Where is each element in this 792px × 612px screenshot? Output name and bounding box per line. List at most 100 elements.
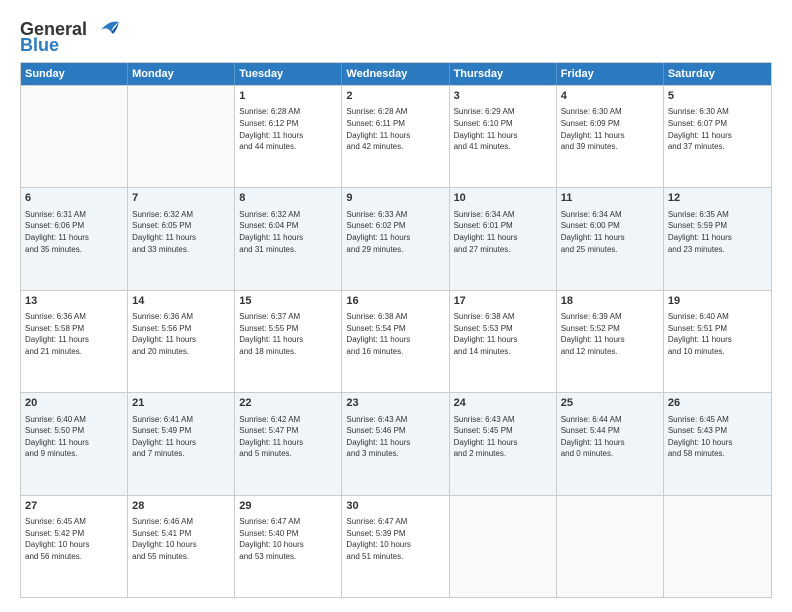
day-info-text: Daylight: 11 hours xyxy=(668,334,767,346)
day-info-text: and 25 minutes. xyxy=(561,244,659,256)
day-info-text: Sunrise: 6:35 AM xyxy=(668,209,767,221)
calendar-day-13: 13Sunrise: 6:36 AMSunset: 5:58 PMDayligh… xyxy=(21,291,128,392)
day-info-text: and 9 minutes. xyxy=(25,448,123,460)
day-info-text: Daylight: 11 hours xyxy=(454,232,552,244)
day-info-text: Daylight: 11 hours xyxy=(25,437,123,449)
day-info-text: Daylight: 10 hours xyxy=(239,539,337,551)
day-number: 2 xyxy=(346,89,444,104)
calendar-day-1: 1Sunrise: 6:28 AMSunset: 6:12 PMDaylight… xyxy=(235,86,342,187)
calendar-empty-cell xyxy=(21,86,128,187)
calendar-day-29: 29Sunrise: 6:47 AMSunset: 5:40 PMDayligh… xyxy=(235,496,342,597)
day-info-text: Daylight: 10 hours xyxy=(346,539,444,551)
day-info-text: Daylight: 11 hours xyxy=(239,437,337,449)
day-number: 5 xyxy=(668,89,767,104)
day-info-text: Sunset: 5:49 PM xyxy=(132,425,230,437)
calendar: SundayMondayTuesdayWednesdayThursdayFrid… xyxy=(20,62,772,598)
calendar-day-2: 2Sunrise: 6:28 AMSunset: 6:11 PMDaylight… xyxy=(342,86,449,187)
calendar-day-26: 26Sunrise: 6:45 AMSunset: 5:43 PMDayligh… xyxy=(664,393,771,494)
day-info-text: Sunrise: 6:40 AM xyxy=(668,311,767,323)
day-info-text: and 7 minutes. xyxy=(132,448,230,460)
day-info-text: Sunrise: 6:40 AM xyxy=(25,414,123,426)
day-info-text: Daylight: 11 hours xyxy=(346,232,444,244)
day-info-text: Daylight: 11 hours xyxy=(25,334,123,346)
logo: General Blue xyxy=(20,18,119,54)
day-number: 12 xyxy=(668,191,767,206)
day-number: 11 xyxy=(561,191,659,206)
calendar-empty-cell xyxy=(128,86,235,187)
day-info-text: Daylight: 11 hours xyxy=(561,130,659,142)
calendar-day-15: 15Sunrise: 6:37 AMSunset: 5:55 PMDayligh… xyxy=(235,291,342,392)
day-info-text: Daylight: 11 hours xyxy=(25,232,123,244)
header-day-saturday: Saturday xyxy=(664,63,771,85)
calendar-day-30: 30Sunrise: 6:47 AMSunset: 5:39 PMDayligh… xyxy=(342,496,449,597)
day-info-text: Sunset: 5:40 PM xyxy=(239,528,337,540)
day-info-text: and 21 minutes. xyxy=(25,346,123,358)
day-info-text: and 58 minutes. xyxy=(668,448,767,460)
day-info-text: and 12 minutes. xyxy=(561,346,659,358)
day-info-text: Sunset: 5:41 PM xyxy=(132,528,230,540)
day-number: 4 xyxy=(561,89,659,104)
day-number: 18 xyxy=(561,294,659,309)
day-info-text: and 33 minutes. xyxy=(132,244,230,256)
day-info-text: Sunset: 6:12 PM xyxy=(239,118,337,130)
day-info-text: and 37 minutes. xyxy=(668,141,767,153)
day-info-text: Sunrise: 6:47 AM xyxy=(239,516,337,528)
day-info-text: Sunset: 5:56 PM xyxy=(132,323,230,335)
calendar-week-4: 20Sunrise: 6:40 AMSunset: 5:50 PMDayligh… xyxy=(21,392,771,494)
day-info-text: Sunrise: 6:30 AM xyxy=(668,106,767,118)
calendar-day-18: 18Sunrise: 6:39 AMSunset: 5:52 PMDayligh… xyxy=(557,291,664,392)
header: General Blue xyxy=(20,18,772,54)
calendar-day-27: 27Sunrise: 6:45 AMSunset: 5:42 PMDayligh… xyxy=(21,496,128,597)
day-info-text: Daylight: 11 hours xyxy=(561,437,659,449)
day-info-text: Sunrise: 6:38 AM xyxy=(454,311,552,323)
logo-blue-text: Blue xyxy=(20,36,59,54)
day-info-text: Sunset: 5:59 PM xyxy=(668,220,767,232)
day-info-text: and 53 minutes. xyxy=(239,551,337,563)
day-info-text: Sunset: 6:04 PM xyxy=(239,220,337,232)
day-number: 17 xyxy=(454,294,552,309)
day-number: 13 xyxy=(25,294,123,309)
day-info-text: Daylight: 11 hours xyxy=(132,437,230,449)
day-number: 19 xyxy=(668,294,767,309)
calendar-day-17: 17Sunrise: 6:38 AMSunset: 5:53 PMDayligh… xyxy=(450,291,557,392)
calendar-day-14: 14Sunrise: 6:36 AMSunset: 5:56 PMDayligh… xyxy=(128,291,235,392)
day-info-text: Daylight: 11 hours xyxy=(239,232,337,244)
day-info-text: Sunset: 5:45 PM xyxy=(454,425,552,437)
day-number: 25 xyxy=(561,396,659,411)
day-info-text: Daylight: 11 hours xyxy=(561,334,659,346)
day-info-text: and 3 minutes. xyxy=(346,448,444,460)
day-info-text: Sunrise: 6:36 AM xyxy=(132,311,230,323)
calendar-empty-cell xyxy=(557,496,664,597)
day-info-text: Sunrise: 6:45 AM xyxy=(668,414,767,426)
day-info-text: Sunrise: 6:41 AM xyxy=(132,414,230,426)
day-info-text: Daylight: 11 hours xyxy=(132,232,230,244)
day-info-text: Sunrise: 6:44 AM xyxy=(561,414,659,426)
day-info-text: and 56 minutes. xyxy=(25,551,123,563)
day-info-text: Daylight: 11 hours xyxy=(346,437,444,449)
day-info-text: Daylight: 11 hours xyxy=(454,130,552,142)
day-info-text: Sunrise: 6:37 AM xyxy=(239,311,337,323)
calendar-day-19: 19Sunrise: 6:40 AMSunset: 5:51 PMDayligh… xyxy=(664,291,771,392)
day-info-text: and 29 minutes. xyxy=(346,244,444,256)
day-info-text: Daylight: 11 hours xyxy=(454,334,552,346)
calendar-day-28: 28Sunrise: 6:46 AMSunset: 5:41 PMDayligh… xyxy=(128,496,235,597)
calendar-day-9: 9Sunrise: 6:33 AMSunset: 6:02 PMDaylight… xyxy=(342,188,449,289)
calendar-day-7: 7Sunrise: 6:32 AMSunset: 6:05 PMDaylight… xyxy=(128,188,235,289)
calendar-day-12: 12Sunrise: 6:35 AMSunset: 5:59 PMDayligh… xyxy=(664,188,771,289)
day-info-text: and 51 minutes. xyxy=(346,551,444,563)
day-info-text: Daylight: 10 hours xyxy=(132,539,230,551)
day-info-text: Sunrise: 6:39 AM xyxy=(561,311,659,323)
day-info-text: Sunrise: 6:33 AM xyxy=(346,209,444,221)
day-info-text: Sunset: 5:47 PM xyxy=(239,425,337,437)
day-number: 20 xyxy=(25,396,123,411)
day-info-text: and 23 minutes. xyxy=(668,244,767,256)
day-number: 9 xyxy=(346,191,444,206)
calendar-day-11: 11Sunrise: 6:34 AMSunset: 6:00 PMDayligh… xyxy=(557,188,664,289)
day-info-text: and 14 minutes. xyxy=(454,346,552,358)
day-info-text: Daylight: 11 hours xyxy=(239,130,337,142)
day-number: 28 xyxy=(132,499,230,514)
day-info-text: and 2 minutes. xyxy=(454,448,552,460)
day-number: 7 xyxy=(132,191,230,206)
day-info-text: Sunset: 5:44 PM xyxy=(561,425,659,437)
day-number: 16 xyxy=(346,294,444,309)
